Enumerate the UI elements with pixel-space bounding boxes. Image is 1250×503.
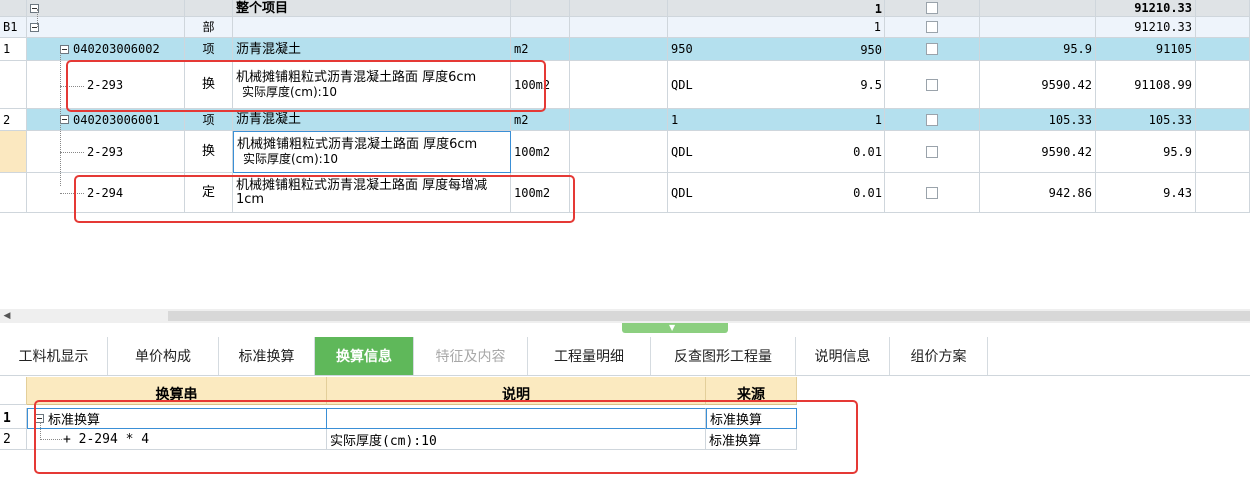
scroll-left-icon[interactable]: ◀ (2, 311, 12, 321)
checkbox[interactable] (926, 145, 938, 158)
chevron-down-icon: ▼ (669, 323, 676, 332)
table-row-section[interactable]: B1 部 1 91210.33 (0, 17, 1250, 38)
horizontal-scrollbar[interactable]: ◀ (0, 309, 1250, 323)
tree-line (37, 9, 38, 27)
table-row-item[interactable]: 2 040203006001 项 沥青混凝土 m2 1 1 105.33 105… (0, 109, 1250, 131)
tree-line (40, 439, 62, 440)
checkbox[interactable] (926, 78, 938, 91)
tab-standard-conversion[interactable]: 标准换算 (219, 337, 315, 375)
tab-unit-price-composition[interactable]: 单价构成 (108, 337, 219, 375)
conversion-info-grid: 换算串 说明 来源 1 标准换算 标准换算 2 + 2-294 * 4 实际厚度… (0, 377, 800, 457)
column-header-conversion-string[interactable]: 换算串 (27, 377, 327, 405)
tab-pricing-scheme[interactable]: 组价方案 (890, 337, 988, 375)
tree-line (60, 152, 84, 153)
checkbox[interactable] (926, 186, 938, 199)
table-row-item[interactable]: 1 040203006002 项 沥青混凝土 m2 950 950 95.9 9… (0, 38, 1250, 61)
tree-line (40, 422, 41, 440)
tree-line (60, 193, 84, 194)
tab-conversion-info[interactable]: 换算信息 (315, 337, 414, 375)
tree-line (60, 86, 84, 87)
tab-reverse-graph-quantity[interactable]: 反查图形工程量 (651, 337, 796, 375)
table-row[interactable]: 2 + 2-294 * 4 实际厚度(cm):10 标准换算 (0, 429, 797, 450)
table-row-norm[interactable]: 2-293 换 机械摊铺粗粒式沥青混凝土路面 厚度6cm 实际厚度(cm):10… (0, 61, 1250, 109)
tab-labor-material-machine[interactable]: 工料机显示 (0, 337, 108, 375)
table-row-norm-current[interactable]: 2-293 换 机械摊铺粗粒式沥青混凝土路面 厚度6cm 实际厚度(cm):10… (0, 131, 1250, 173)
table-row[interactable]: 1 标准换算 标准换算 (0, 408, 797, 429)
table-row-norm[interactable]: 2-294 定 机械摊铺粗粒式沥青混凝土路面 厚度每增减1cm 100m2 QD… (0, 173, 1250, 213)
tab-quantity-details[interactable]: 工程量明细 (528, 337, 651, 375)
panel-splitter[interactable]: ▼ (622, 323, 728, 333)
checkbox[interactable] (926, 2, 938, 14)
column-header-description[interactable]: 说明 (327, 377, 706, 405)
scrollbar-thumb[interactable] (168, 311, 1250, 321)
bill-of-quantities-grid: 整个项目 1 91210.33 B1 部 1 91210.33 1 040203… (0, 0, 1250, 213)
detail-tab-bar: 工料机显示 单价构成 标准换算 换算信息 特征及内容 工程量明细 反查图形工程量… (0, 337, 1250, 376)
tab-features-content[interactable]: 特征及内容 (414, 337, 528, 375)
tab-description-info[interactable]: 说明信息 (796, 337, 890, 375)
current-row-marker (0, 131, 27, 173)
checkbox[interactable] (926, 21, 938, 33)
column-header-source[interactable]: 来源 (706, 377, 797, 405)
tree-line (60, 50, 61, 186)
checkbox[interactable] (926, 43, 938, 55)
checkbox[interactable] (926, 113, 938, 126)
collapse-toggle-icon[interactable] (60, 44, 69, 54)
table-row-project[interactable]: 整个项目 1 91210.33 (0, 0, 1250, 17)
collapse-toggle-icon[interactable] (60, 115, 69, 124)
name-cell-focused[interactable]: 机械摊铺粗粒式沥青混凝土路面 厚度6cm 实际厚度(cm):10 (233, 131, 511, 173)
